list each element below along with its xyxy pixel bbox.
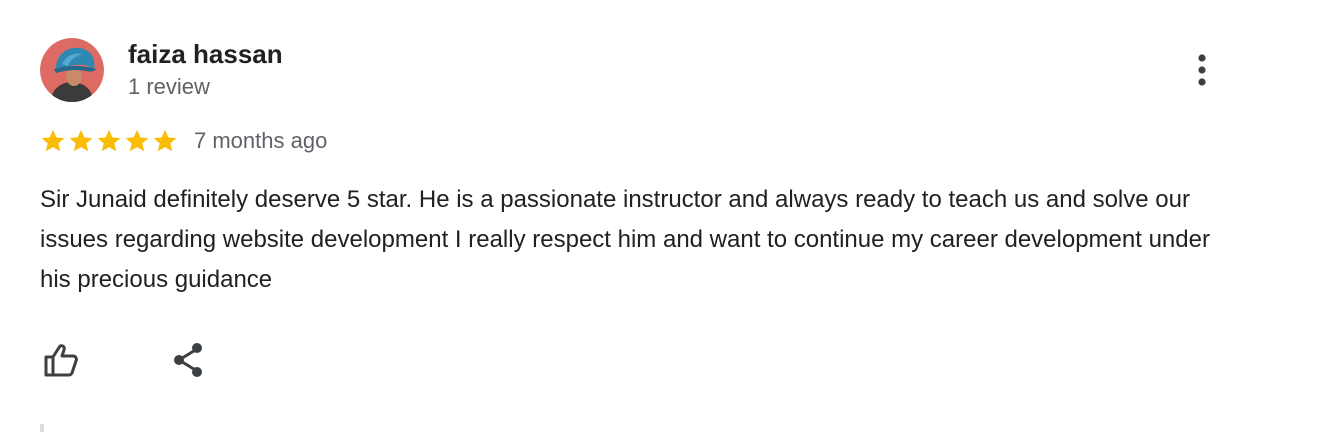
avatar-image <box>40 38 104 102</box>
share-icon <box>174 343 202 377</box>
reviewer-review-count[interactable]: 1 review <box>128 73 210 101</box>
more-vertical-icon <box>1198 54 1206 86</box>
avatar[interactable] <box>40 38 104 102</box>
divider <box>40 424 44 432</box>
star-icon <box>41 129 65 152</box>
star-icon <box>69 129 93 152</box>
star-icon <box>97 129 121 152</box>
review-card: faiza hassan 1 review 7 months ago Sir J… <box>0 0 1340 432</box>
review-text: Sir Junaid definitely deserve 5 star. He… <box>40 186 1210 293</box>
review-date: 7 months ago <box>194 128 328 153</box>
star-icon <box>153 129 177 152</box>
like-button[interactable] <box>37 336 85 384</box>
share-button[interactable] <box>164 336 212 384</box>
star-icon <box>125 129 149 152</box>
star-rating <box>40 128 178 154</box>
thumb-up-icon <box>44 344 78 377</box>
rating-row: 7 months ago <box>40 124 327 158</box>
reviewer-name[interactable]: faiza hassan <box>128 38 283 70</box>
more-options-button[interactable] <box>1182 50 1222 90</box>
